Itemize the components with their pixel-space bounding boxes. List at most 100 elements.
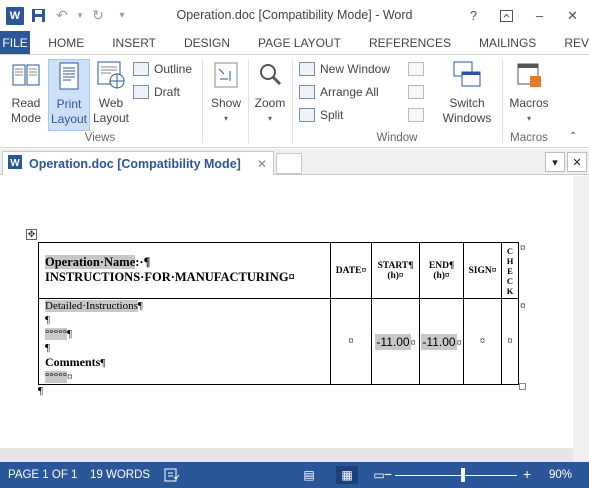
- close-document-icon[interactable]: ✕: [567, 152, 587, 172]
- start-header-cell[interactable]: START¶ (h)¤: [371, 242, 420, 299]
- show-button[interactable]: Show ▾: [208, 59, 244, 126]
- zoom-level[interactable]: 90%: [549, 469, 572, 481]
- save-icon[interactable]: [28, 6, 48, 26]
- end-header-cell[interactable]: END¶ (h)¤: [419, 242, 464, 299]
- minimize-button[interactable]: –: [523, 0, 556, 31]
- word-logo-icon[interactable]: W: [6, 6, 24, 25]
- document-page[interactable]: ✥ Operation·Name:·¶ INSTRUCTIONS·FOR·MAN…: [0, 176, 573, 448]
- status-bar: PAGE 1 OF 1 19 WORDS ▤ ▦ ▭ − + 90%: [0, 462, 589, 488]
- tab-insert[interactable]: INSERT: [98, 31, 170, 54]
- switch-windows-icon: [451, 59, 483, 91]
- customize-qat-icon[interactable]: ▾: [112, 6, 132, 26]
- end-header-unit: (h)¤: [433, 270, 450, 281]
- vertical-scrollbar[interactable]: [573, 176, 589, 462]
- table-resize-handle[interactable]: [519, 383, 526, 390]
- read-mode-icon: [10, 59, 42, 91]
- check-letter: C: [506, 245, 514, 256]
- zoom-label: Zoom: [254, 96, 286, 110]
- instructions-placeholder: °°°°°: [45, 328, 67, 340]
- start-value-cell[interactable]: -11.00¤: [371, 298, 420, 385]
- paragraph-mark: ¶: [45, 314, 50, 326]
- word-count[interactable]: 19 WORDS: [90, 469, 150, 481]
- proofing-icon[interactable]: [164, 468, 180, 485]
- sign-header: SIGN¤: [468, 265, 497, 276]
- redo-icon[interactable]: ↻: [88, 6, 108, 26]
- views-group-label: Views: [84, 132, 116, 144]
- view-side-by-side-button[interactable]: [408, 59, 424, 79]
- switch-windows-label: Switch Windows: [442, 96, 492, 125]
- print-layout-icon: [53, 60, 85, 92]
- document-tab[interactable]: W Operation.doc [Compatibility Mode] ✕: [2, 151, 274, 175]
- check-header-cell[interactable]: C H E C K: [501, 242, 519, 299]
- collapse-ribbon-icon[interactable]: ⌃: [569, 131, 577, 142]
- instructions-body-cell[interactable]: Detailed·Instructions¶ ¶ °°°°°¶ ¶ Commen…: [38, 298, 331, 385]
- outline-label: Outline: [154, 62, 193, 76]
- paragraph-mark: ¶: [100, 357, 106, 369]
- read-mode-view-icon[interactable]: ▤: [298, 466, 320, 484]
- zoom-button[interactable]: Zoom ▾: [252, 59, 288, 126]
- outline-button[interactable]: Outline: [133, 59, 192, 79]
- undo-icon[interactable]: ↶: [52, 6, 72, 26]
- end-time-field[interactable]: -11.00: [421, 333, 457, 350]
- tab-home[interactable]: HOME: [30, 31, 98, 54]
- reset-window-position-button[interactable]: [408, 105, 424, 125]
- date-value-cell[interactable]: ¤: [330, 298, 372, 385]
- zoom-dropdown-icon: ▾: [267, 114, 272, 123]
- tab-review[interactable]: REV: [550, 31, 589, 54]
- new-document-tab[interactable]: [276, 153, 302, 174]
- macros-button[interactable]: Macros ▾: [506, 59, 552, 126]
- draft-button[interactable]: Draft: [133, 82, 180, 102]
- help-button[interactable]: ?: [457, 0, 490, 31]
- print-layout-button[interactable]: Print Layout: [48, 59, 90, 131]
- split-button[interactable]: Split: [299, 105, 343, 125]
- tab-design[interactable]: DESIGN: [170, 31, 244, 54]
- sign-header-cell[interactable]: SIGN¤: [463, 242, 502, 299]
- group-separator: [202, 59, 203, 143]
- page-count[interactable]: PAGE 1 OF 1: [8, 469, 77, 481]
- document-tab-name: Operation.doc [Compatibility Mode]: [29, 156, 241, 171]
- ribbon-display-options-icon[interactable]: [490, 0, 523, 31]
- zoom-slider-thumb[interactable]: [461, 468, 465, 482]
- undo-dropdown-icon[interactable]: ▾: [76, 6, 84, 26]
- operation-header-cell[interactable]: Operation·Name:·¶ INSTRUCTIONS·FOR·MANUF…: [38, 242, 331, 299]
- end-value-cell[interactable]: -11.00¤: [419, 298, 464, 385]
- end-header: END¶: [428, 260, 455, 271]
- tab-page-layout[interactable]: PAGE LAYOUT: [244, 31, 355, 54]
- table-move-handle-icon[interactable]: ✥: [26, 229, 37, 240]
- print-layout-label: Print Layout: [50, 97, 88, 126]
- arrange-all-icon: [299, 85, 315, 99]
- switch-windows-button[interactable]: Switch Windows: [436, 59, 498, 126]
- web-layout-label: Web Layout: [92, 96, 130, 125]
- zoom-slider[interactable]: [395, 475, 517, 476]
- date-header: DATE¤: [335, 265, 367, 276]
- show-icon: [210, 59, 242, 91]
- sign-value-cell[interactable]: ¤: [463, 298, 502, 385]
- paragraph-mark: ¶: [137, 300, 143, 312]
- print-layout-view-icon[interactable]: ▦: [336, 466, 358, 484]
- check-value-cell[interactable]: ¤: [501, 298, 519, 385]
- web-layout-button[interactable]: Web Layout: [91, 59, 131, 126]
- new-window-button[interactable]: New Window: [299, 59, 390, 79]
- tab-mailings[interactable]: MAILINGS: [465, 31, 550, 54]
- start-time-field[interactable]: -11.00: [375, 333, 411, 350]
- read-mode-button[interactable]: Read Mode: [5, 59, 47, 126]
- tab-file[interactable]: FILE: [0, 31, 31, 54]
- document-tab-close-icon[interactable]: ✕: [257, 157, 267, 171]
- check-letter: E: [507, 265, 513, 276]
- word-doc-icon: W: [7, 154, 23, 173]
- svg-text:W: W: [10, 158, 20, 169]
- zoom-magnifier-icon: [254, 59, 286, 91]
- cell-end-mark: ¤: [480, 336, 485, 347]
- synchronous-scrolling-button[interactable]: [408, 82, 424, 102]
- arrange-all-button[interactable]: Arrange All: [299, 82, 379, 102]
- date-header-cell[interactable]: DATE¤: [330, 242, 372, 299]
- comments-label: Comments: [45, 355, 101, 369]
- zoom-in-button[interactable]: +: [523, 466, 531, 482]
- document-tab-strip: W Operation.doc [Compatibility Mode] ✕ ▾…: [0, 149, 589, 175]
- outline-icon: [133, 62, 149, 76]
- cell-end-mark: ¤: [348, 336, 354, 347]
- tab-references[interactable]: REFERENCES: [355, 31, 465, 54]
- zoom-out-button[interactable]: −: [384, 466, 392, 482]
- tab-list-dropdown-icon[interactable]: ▾: [545, 152, 565, 172]
- close-window-button[interactable]: ✕: [556, 0, 589, 31]
